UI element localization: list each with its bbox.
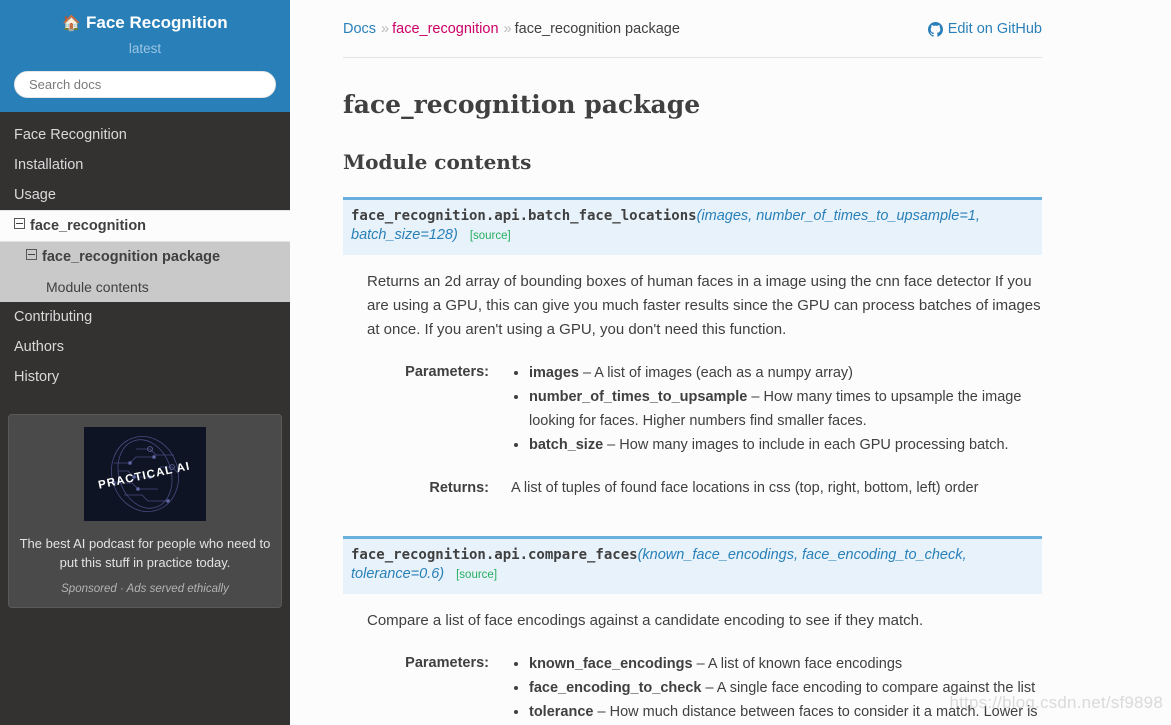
function-name: face_recognition.api.batch_face_location…	[351, 208, 697, 224]
ad-text: The best AI podcast for people who need …	[19, 534, 271, 572]
search-form	[12, 71, 278, 98]
parameter-name: number_of_times_to_upsample	[529, 389, 747, 405]
source-link[interactable]: [source]	[456, 569, 497, 581]
search-input[interactable]	[14, 71, 276, 98]
parameter-name: face_encoding_to_check	[529, 680, 701, 696]
page-title: face_recognition package	[343, 89, 1042, 121]
parameter-item: known_face_encodings – A list of known f…	[529, 652, 1042, 676]
sidebar-item-label: face_recognition	[30, 218, 146, 234]
sidebar-item-module-contents[interactable]: Module contents	[0, 272, 290, 302]
collapse-toggle-icon[interactable]	[26, 249, 37, 260]
parameter-item: number_of_times_to_upsample – How many t…	[529, 385, 1042, 433]
returns-text: A list of tuples of found face locations…	[511, 477, 1042, 499]
breadcrumb: Docs»face_recognition»face_recognition p…	[343, 20, 680, 38]
sidebar-nav: Face Recognition Installation Usage face…	[0, 112, 290, 392]
parameter-name: tolerance	[529, 704, 593, 720]
function-signature: face_recognition.api.compare_faces(known…	[343, 536, 1042, 594]
content-wrapper: Docs»face_recognition»face_recognition p…	[290, 0, 1090, 724]
parameter-desc: – How much distance between faces to con…	[593, 704, 1037, 720]
sidebar-item-authors[interactable]: Authors	[0, 332, 290, 362]
ad-disclosure: Sponsored · Ads served ethically	[19, 583, 271, 595]
edit-on-github-link[interactable]: Edit on GitHub	[928, 21, 1042, 37]
returns-row: Returns: A list of tuples of found face …	[367, 477, 1042, 499]
function-fields: Parameters: images – A list of images (e…	[367, 361, 1042, 499]
function-description: Returns an 2d array of bounding boxes of…	[367, 270, 1042, 342]
parameter-item: images – A list of images (each as a num…	[529, 361, 1042, 385]
source-link[interactable]: [source]	[470, 230, 511, 242]
github-icon	[928, 22, 943, 37]
documentation-page: 🏠 Face Recognition latest Face Recognitio…	[0, 0, 1171, 725]
parameter-name: known_face_encodings	[529, 656, 693, 672]
breadcrumb-module[interactable]: face_recognition	[392, 21, 498, 37]
parameter-item: face_encoding_to_check – A single face e…	[529, 676, 1042, 700]
sidebar-item-contributing[interactable]: Contributing	[0, 302, 290, 332]
parameter-desc: – How many images to include in each GPU…	[603, 437, 1008, 453]
function-fields: Parameters: known_face_encodings – A lis…	[367, 652, 1042, 724]
brand-link[interactable]: 🏠 Face Recognition	[12, 9, 278, 34]
parameters-label: Parameters:	[367, 361, 489, 383]
parameter-desc: – A list of images (each as a numpy arra…	[579, 365, 853, 381]
section-title: Module contents	[343, 149, 1042, 175]
parameter-desc: – A list of known face encodings	[693, 656, 903, 672]
parameter-list: known_face_encodings – A list of known f…	[511, 652, 1042, 724]
practical-ai-logo: PRACTICAL AI	[84, 427, 206, 521]
parameter-list: images – A list of images (each as a num…	[511, 361, 1042, 457]
function-body: Returns an 2d array of bounding boxes of…	[343, 270, 1042, 499]
sidebar: 🏠 Face Recognition latest Face Recognitio…	[0, 0, 290, 725]
breadcrumb-row: Docs»face_recognition»face_recognition p…	[343, 0, 1042, 58]
breadcrumb-docs[interactable]: Docs	[343, 21, 376, 37]
collapse-toggle-icon[interactable]	[14, 218, 25, 229]
edit-on-github-label: Edit on GitHub	[948, 21, 1042, 37]
sidebar-item-usage[interactable]: Usage	[0, 180, 290, 210]
sidebar-item-installation[interactable]: Installation	[0, 150, 290, 180]
parameters-label: Parameters:	[367, 652, 489, 674]
parameter-name: batch_size	[529, 437, 603, 453]
sidebar-item-label: face_recognition package	[42, 249, 220, 265]
function-block-compare-faces: face_recognition.api.compare_faces(known…	[343, 536, 1042, 724]
breadcrumb-current: face_recognition package	[515, 21, 680, 37]
breadcrumb-separator: »	[381, 21, 389, 37]
parameter-name: images	[529, 365, 579, 381]
parameter-desc: – A single face encoding to compare agai…	[701, 680, 1035, 696]
parameters-row: Parameters: images – A list of images (e…	[367, 361, 1042, 457]
sidebar-item-history[interactable]: History	[0, 362, 290, 392]
main-content: Docs»face_recognition»face_recognition p…	[290, 0, 1171, 725]
returns-body: A list of tuples of found face locations…	[489, 477, 1042, 499]
home-icon: 🏠	[62, 15, 81, 32]
function-name: face_recognition.api.compare_faces	[351, 547, 638, 563]
sidebar-item-face-recognition-module[interactable]: face_recognition	[0, 210, 290, 242]
parameter-item: batch_size – How many images to include …	[529, 433, 1042, 457]
breadcrumb-separator: »	[504, 21, 512, 37]
function-body: Compare a list of face encodings against…	[343, 609, 1042, 724]
sidebar-item-face-recognition-package[interactable]: face_recognition package	[0, 242, 290, 272]
sponsored-ad[interactable]: PRACTICAL AI The best AI podcast for peo…	[8, 414, 282, 608]
brand-title: Face Recognition	[86, 13, 228, 32]
parameters-body: known_face_encodings – A list of known f…	[489, 652, 1042, 724]
sidebar-item-face-recognition[interactable]: Face Recognition	[0, 120, 290, 150]
ad-image[interactable]: PRACTICAL AI	[84, 427, 206, 521]
function-signature: face_recognition.api.batch_face_location…	[343, 197, 1042, 255]
parameter-item: tolerance – How much distance between fa…	[529, 700, 1042, 724]
returns-label: Returns:	[367, 477, 489, 499]
function-block-batch-face-locations: face_recognition.api.batch_face_location…	[343, 197, 1042, 499]
function-description: Compare a list of face encodings against…	[367, 609, 1042, 633]
version-label: latest	[12, 41, 278, 57]
parameters-row: Parameters: known_face_encodings – A lis…	[367, 652, 1042, 724]
sidebar-header: 🏠 Face Recognition latest	[0, 0, 290, 112]
parameters-body: images – A list of images (each as a num…	[489, 361, 1042, 457]
